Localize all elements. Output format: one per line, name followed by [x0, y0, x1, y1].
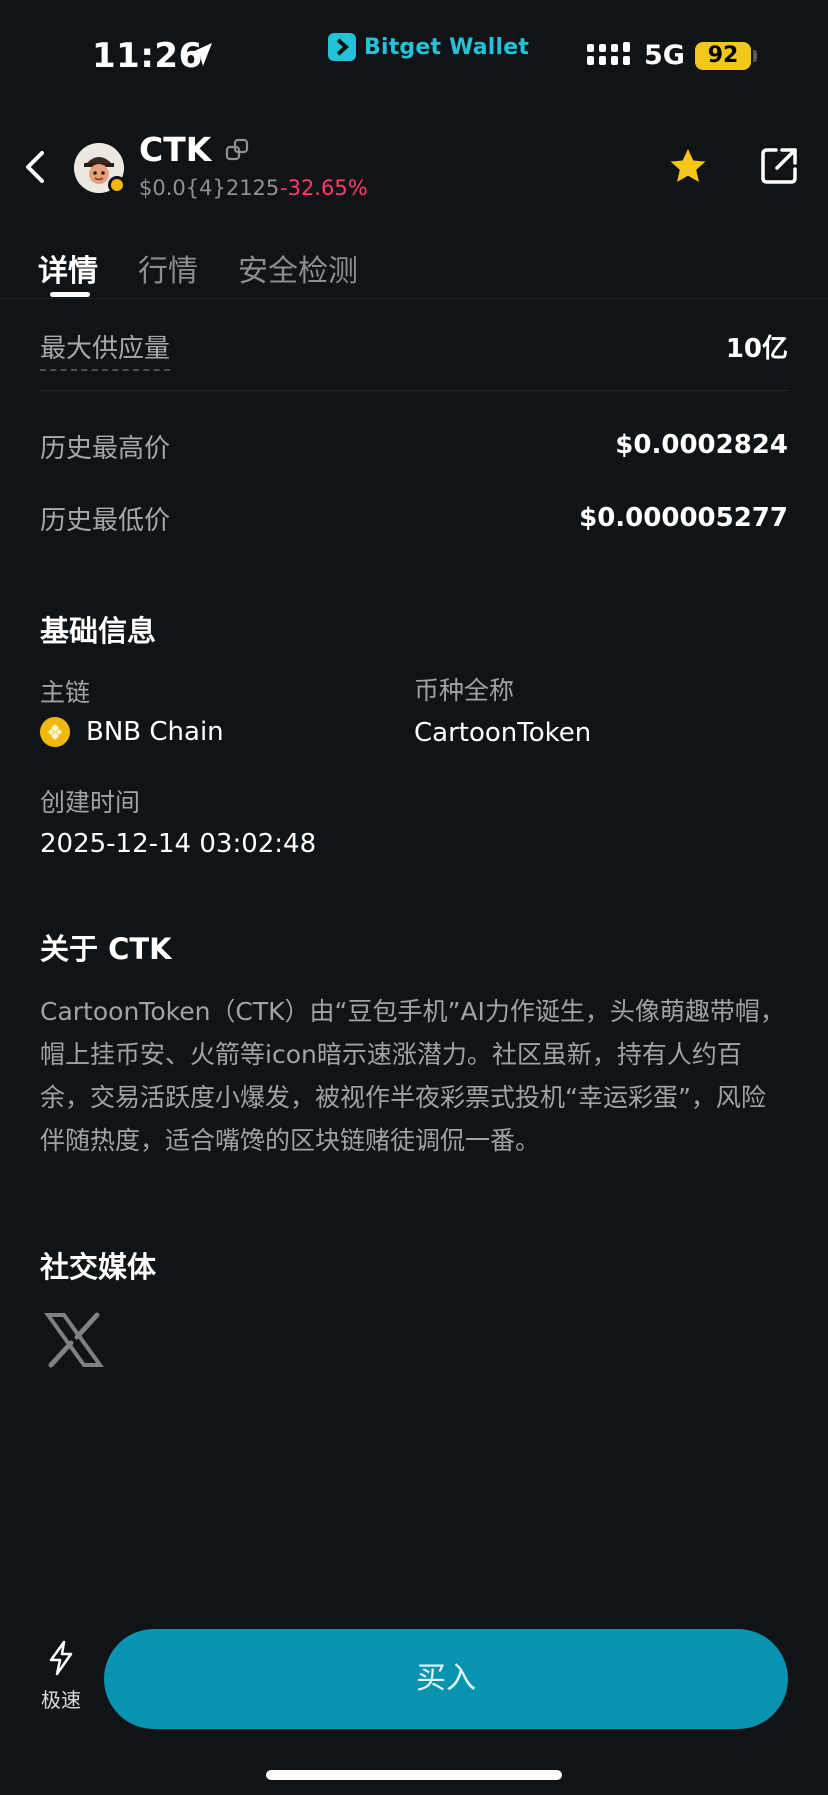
- speed-label: 极速: [41, 1688, 81, 1712]
- atl-label: 历史最低价: [40, 506, 171, 536]
- ath-label: 历史最高价: [40, 434, 171, 464]
- basic-info-title: 基础信息: [40, 614, 157, 648]
- tab-market[interactable]: 行情: [138, 246, 198, 296]
- chain-label: 主链: [40, 678, 91, 707]
- status-bar: 11:26 Bitget Wallet 5G 92: [0, 0, 828, 110]
- location-arrow-icon: [190, 43, 212, 66]
- tabs-divider: [0, 298, 828, 299]
- battery-level: 92: [695, 42, 751, 70]
- chain-value: BNB Chain: [86, 717, 224, 747]
- speed-mode-button[interactable]: 极速: [36, 1640, 86, 1720]
- about-description: CartoonToken（CTK）由“豆包手机”AI力作诞生，头像萌趣带帽，帽上…: [40, 997, 785, 1155]
- share-icon[interactable]: [758, 145, 800, 187]
- copy-icon[interactable]: [225, 137, 251, 163]
- tab-bar: 详情 行情 安全检测: [38, 246, 398, 297]
- tab-details[interactable]: 详情: [38, 246, 98, 296]
- bitget-logo-icon: [328, 33, 356, 61]
- max-supply-value: 10亿: [725, 334, 788, 364]
- row-divider: [40, 390, 788, 391]
- created-value: 2025-12-14 03:02:48: [40, 829, 317, 859]
- fullname-value: CartoonToken: [414, 718, 592, 748]
- about-title: 关于 CTK: [40, 932, 172, 966]
- bnb-chain-icon: [40, 717, 70, 747]
- price-change: -32.65%: [280, 176, 368, 200]
- favorite-star-icon[interactable]: [666, 145, 710, 189]
- active-tab-indicator: [50, 292, 90, 297]
- max-supply-label[interactable]: 最大供应量: [40, 328, 171, 371]
- tab-security[interactable]: 安全检测: [238, 246, 358, 296]
- home-indicator: [266, 1770, 562, 1780]
- social-title: 社交媒体: [40, 1250, 157, 1284]
- cellular-signal-icon: [587, 42, 630, 65]
- network-type: 5G: [644, 40, 685, 71]
- back-button[interactable]: [18, 145, 54, 189]
- brand-name: Bitget Wallet: [364, 34, 530, 60]
- ath-value: $0.0002824: [615, 430, 788, 460]
- token-symbol: CTK: [139, 130, 212, 169]
- battery-tip: [753, 50, 757, 62]
- brand-banner: Bitget Wallet: [328, 32, 529, 62]
- atl-value: $0.000005277: [579, 503, 788, 533]
- token-price: $0.0{4}2125: [139, 176, 280, 200]
- x-icon[interactable]: [44, 1312, 104, 1368]
- created-label: 创建时间: [40, 788, 141, 817]
- token-detail-page: 11:26 Bitget Wallet 5G 92 CTK $0.0{4}212…: [0, 0, 828, 1795]
- buy-button[interactable]: 买入: [104, 1629, 788, 1729]
- chain-badge-icon: [108, 176, 126, 194]
- lightning-icon: [49, 1640, 73, 1676]
- fullname-label: 币种全称: [414, 676, 515, 705]
